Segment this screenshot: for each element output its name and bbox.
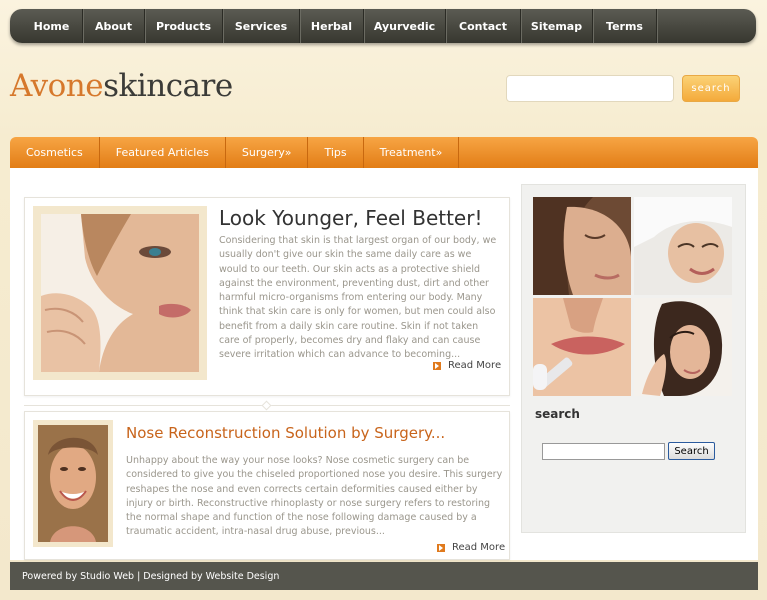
article-excerpt: Considering that skin is that largest or… [219, 235, 497, 361]
post-divider [24, 400, 510, 411]
nav-item-products[interactable]: Products [145, 9, 223, 43]
top-navigation: Home About Products Services Herbal Ayur… [10, 9, 756, 43]
article-title[interactable]: Nose Reconstruction Solution by Surgery.… [126, 424, 445, 442]
article-image-frame [33, 206, 207, 380]
woman-closed-eyes-photo-icon [533, 197, 631, 295]
category-item-featured-articles[interactable]: Featured Articles [100, 137, 226, 168]
woman-towel-photo-icon [634, 197, 732, 295]
arrow-right-icon [433, 361, 441, 370]
category-item-tips[interactable]: Tips [308, 137, 364, 168]
category-item-surgery[interactable]: Surgery» [226, 137, 309, 168]
read-more-link[interactable]: Read More [433, 360, 501, 371]
nav-item-contact[interactable]: Contact [446, 9, 521, 43]
footer-credits: Powered by Studio Web | Designed by Webs… [22, 570, 280, 582]
photo-gallery [533, 197, 733, 397]
woman-hand-on-face-photo-icon [634, 298, 732, 396]
nav-item-herbal[interactable]: Herbal [300, 9, 364, 43]
nav-item-services[interactable]: Services [223, 9, 300, 43]
read-more-link[interactable]: Read More [437, 542, 505, 553]
gallery-photo-4[interactable] [634, 298, 732, 396]
category-navigation: Cosmetics Featured Articles Surgery» Tip… [10, 137, 758, 168]
category-item-treatment[interactable]: Treatment» [364, 137, 460, 168]
sidebar-search-input[interactable] [542, 443, 665, 460]
sidebar: search Search [521, 184, 746, 533]
article-card-look-younger: Look Younger, Feel Better! Considering t… [24, 197, 510, 396]
lip-injection-photo-icon [533, 298, 631, 396]
article-title[interactable]: Look Younger, Feel Better! [219, 206, 482, 230]
nav-item-about[interactable]: About [83, 9, 145, 43]
smiling-woman-photo-icon[interactable] [38, 425, 108, 542]
read-more-label: Read More [448, 360, 502, 371]
arrow-right-icon [437, 543, 445, 552]
read-more-label: Read More [452, 542, 506, 553]
article-excerpt: Unhappy about the way your nose looks? N… [126, 455, 503, 538]
nav-item-sitemap[interactable]: Sitemap [521, 9, 593, 43]
header-search-button[interactable]: search [682, 75, 740, 102]
gallery-photo-1[interactable] [533, 197, 631, 295]
gallery-photo-3[interactable] [533, 298, 631, 396]
sidebar-search-button[interactable]: Search [668, 442, 715, 460]
nav-item-ayurvedic[interactable]: Ayurvedic [364, 9, 446, 43]
footer: Powered by Studio Web | Designed by Webs… [10, 562, 758, 590]
nav-item-home[interactable]: Home [21, 9, 83, 43]
nav-item-terms[interactable]: Terms [593, 9, 657, 43]
gallery-photo-2[interactable] [634, 197, 732, 295]
logo-part-avone: Avone [10, 68, 104, 104]
woman-face-photo-icon[interactable] [41, 214, 199, 372]
article-card-nose-reconstruction: Nose Reconstruction Solution by Surgery.… [24, 411, 510, 560]
category-item-cosmetics[interactable]: Cosmetics [10, 137, 100, 168]
header-search-input[interactable] [506, 75, 674, 102]
logo-part-skincare: skincare [103, 68, 233, 104]
site-logo[interactable]: Avoneskincare [10, 68, 233, 104]
article-image-frame [33, 420, 113, 547]
sidebar-search-heading: search [535, 407, 580, 421]
